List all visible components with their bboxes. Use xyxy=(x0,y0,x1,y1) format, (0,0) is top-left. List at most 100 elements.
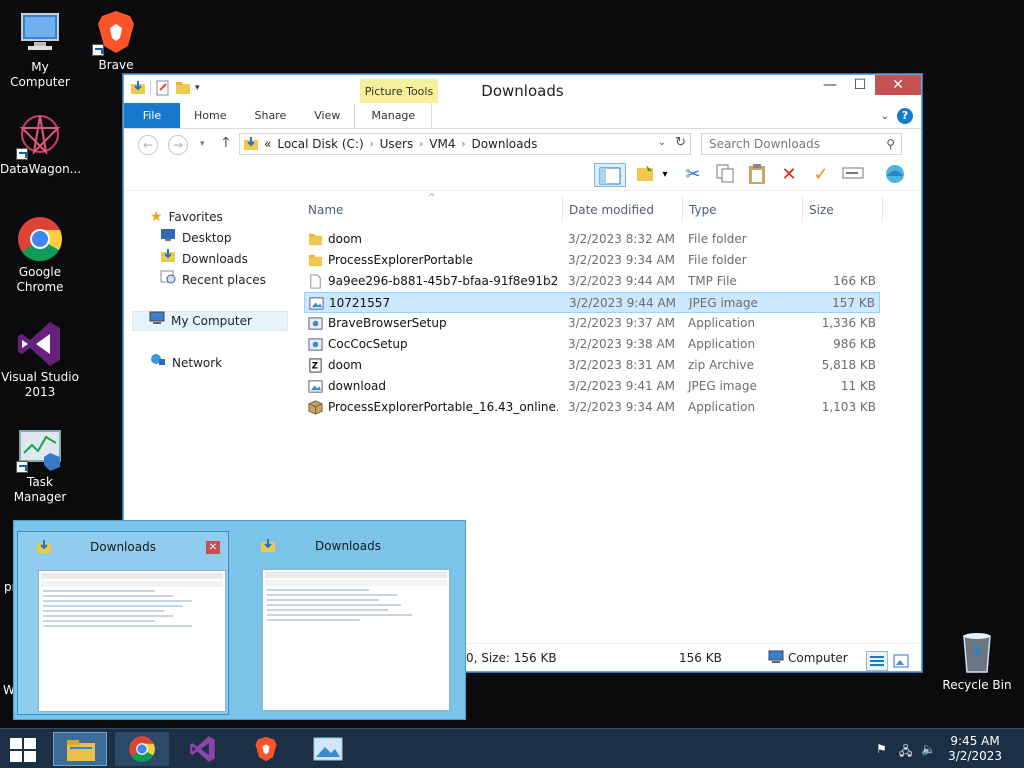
tab-manage[interactable]: Manage xyxy=(354,103,433,128)
action-center-flag-icon[interactable]: ⚑ xyxy=(876,742,890,756)
breadcrumb-downloads[interactable]: Downloads xyxy=(471,137,537,151)
search-input[interactable]: Search Downloads ⚲ xyxy=(701,133,902,155)
file-name: download xyxy=(328,379,387,393)
nav-favorites[interactable]: ★ Favorites xyxy=(150,207,223,227)
help-icon[interactable]: ? xyxy=(897,108,913,124)
thumbnail-close-button[interactable]: ✕ xyxy=(206,541,220,554)
breadcrumb-local-disk[interactable]: Local Disk (C:) xyxy=(277,137,363,151)
tab-file[interactable]: File xyxy=(124,103,180,128)
maximize-button[interactable]: ☐ xyxy=(845,75,875,95)
chrome-icon xyxy=(16,215,64,263)
forward-button[interactable]: → xyxy=(168,135,188,155)
minimize-button[interactable]: — xyxy=(815,75,845,95)
tab-view[interactable]: View xyxy=(300,103,354,128)
desktop-icon-visual-studio[interactable]: Visual Studio 2013 xyxy=(0,320,80,400)
thumbnail-window-1[interactable]: Downloads ✕ xyxy=(17,531,229,715)
downloads-folder-icon xyxy=(160,249,176,269)
dropdown-icon[interactable]: ▾ xyxy=(658,163,672,187)
cut-icon[interactable]: ✂ xyxy=(680,163,706,187)
column-header-size[interactable]: Size xyxy=(809,203,834,217)
recent-places-icon xyxy=(160,270,176,290)
taskbar-chrome[interactable] xyxy=(115,732,169,766)
title-bar[interactable]: ▾ Picture Tools Downloads — ☐ ✕ xyxy=(124,75,921,103)
delete-icon[interactable]: ✕ xyxy=(776,163,802,187)
ribbon-tabs: File Home Share View Manage ⌄ ? xyxy=(124,103,921,129)
desktop-icon-brave[interactable]: Brave xyxy=(76,8,156,73)
system-clock[interactable]: 9:45 AM 3/2/2023 xyxy=(948,734,1002,764)
nav-recent-places[interactable]: Recent places xyxy=(160,270,266,290)
search-icon[interactable]: ⚲ xyxy=(886,134,895,154)
network-tray-icon[interactable]: 🖧 xyxy=(899,742,913,758)
computer-icon xyxy=(16,10,64,58)
file-row[interactable]: doom 3/2/2023 8:32 AM File folder xyxy=(304,229,880,250)
nav-my-computer[interactable]: My Computer xyxy=(132,311,288,331)
svg-text:Z: Z xyxy=(312,360,318,370)
file-size: 157 KB xyxy=(832,296,875,310)
file-type: Application xyxy=(688,337,756,351)
taskbar-thumbnail-flyout: Downloads ✕ Downloads xyxy=(13,520,466,720)
file-type: File folder xyxy=(688,253,747,267)
start-button[interactable] xyxy=(10,738,36,762)
file-row[interactable]: BraveBrowserSetup 3/2/2023 9:37 AM Applica… xyxy=(304,313,880,334)
desktop-icon-datawagon[interactable]: DataWagon... xyxy=(0,112,81,177)
check-icon[interactable]: ✓ xyxy=(808,163,834,187)
nav-downloads[interactable]: Downloads xyxy=(160,249,248,269)
address-bar[interactable]: « Local Disk (C:) › Users › VM4 › Downlo… xyxy=(239,133,691,155)
breadcrumb-separator-icon[interactable]: › xyxy=(461,139,465,150)
taskbar-file-explorer[interactable] xyxy=(53,732,107,766)
taskbar-brave[interactable] xyxy=(239,732,293,766)
location-folder-icon xyxy=(244,137,258,151)
file-row[interactable]: ProcessExplorerPortable 3/2/2023 9:34 AM F… xyxy=(304,250,880,271)
file-row[interactable]: 10721557 3/2/2023 9:44 AM JPEG image 157 KB xyxy=(304,292,880,313)
shortcut-arrow-icon xyxy=(92,44,104,56)
desktop-icon-task-manager[interactable]: Task Manager xyxy=(0,425,80,505)
column-header-type[interactable]: Type xyxy=(689,203,717,217)
breadcrumb-vm4[interactable]: VM4 xyxy=(429,137,455,151)
back-button[interactable]: ← xyxy=(138,135,158,155)
file-row[interactable]: download 3/2/2023 9:41 AM JPEG image 11 KB xyxy=(304,376,880,397)
file-row[interactable]: ProcessExplorerPortable_16.43_online.paf… xyxy=(304,397,880,418)
thumbnail-preview xyxy=(38,570,226,712)
thumbnail-window-2[interactable]: Downloads xyxy=(242,531,454,715)
close-button[interactable]: ✕ xyxy=(875,75,921,95)
details-view-button[interactable] xyxy=(866,651,888,671)
desktop-icon-recycle-bin[interactable]: Recycle Bin xyxy=(940,630,1014,692)
folder-options-icon[interactable] xyxy=(634,163,660,187)
tab-share[interactable]: Share xyxy=(240,103,300,128)
recent-locations-icon[interactable]: ▾ xyxy=(200,139,205,149)
up-button[interactable]: ↑ xyxy=(220,135,232,151)
breadcrumb-users[interactable]: Users xyxy=(380,137,414,151)
tab-home[interactable]: Home xyxy=(180,103,240,128)
address-dropdown-icon[interactable]: ⌄ xyxy=(658,137,666,148)
breadcrumb-separator-icon[interactable]: › xyxy=(370,139,374,150)
expand-ribbon-icon[interactable]: ⌄ xyxy=(881,111,889,122)
large-icons-view-button[interactable] xyxy=(890,651,912,671)
rename-icon[interactable] xyxy=(840,163,866,187)
desktop-icon-my-computer[interactable]: My Computer xyxy=(0,10,80,90)
paste-icon[interactable] xyxy=(744,163,770,187)
file-row[interactable]: CocCocSetup 3/2/2023 9:38 AM Application 98… xyxy=(304,334,880,355)
file-row[interactable]: 9a9ee296-b881-45b7-bfaa-91f8e91b2a95....… xyxy=(304,271,880,292)
volume-icon[interactable]: 🔈 xyxy=(921,742,936,756)
address-overflow[interactable]: « xyxy=(264,137,271,151)
file-type: File folder xyxy=(688,232,747,246)
copy-icon[interactable] xyxy=(712,163,738,187)
nav-network[interactable]: Network xyxy=(150,353,222,373)
preview-pane-icon[interactable] xyxy=(594,163,626,187)
file-size: 5,818 KB xyxy=(821,358,876,372)
desktop-icon-chrome[interactable]: Google Chrome xyxy=(0,215,80,295)
file-date: 3/2/2023 8:32 AM xyxy=(568,232,676,246)
file-icon xyxy=(308,274,323,289)
refresh-icon[interactable]: ↻ xyxy=(675,135,686,150)
file-date: 3/2/2023 9:44 AM xyxy=(569,296,677,310)
nav-desktop[interactable]: Desktop xyxy=(160,228,232,248)
column-header-date[interactable]: Date modified xyxy=(569,203,654,217)
file-row[interactable]: Zdoom 3/2/2023 8:31 AM zip Archive 5,818 KB xyxy=(304,355,880,376)
column-header-name[interactable]: Name xyxy=(308,203,343,217)
taskbar-photo-viewer[interactable] xyxy=(301,732,355,766)
search-placeholder: Search Downloads xyxy=(709,137,820,151)
shell-icon[interactable] xyxy=(882,163,908,187)
clock-time: 9:45 AM xyxy=(950,734,1000,748)
taskbar-visual-studio[interactable] xyxy=(177,732,231,766)
breadcrumb-separator-icon[interactable]: › xyxy=(419,139,423,150)
